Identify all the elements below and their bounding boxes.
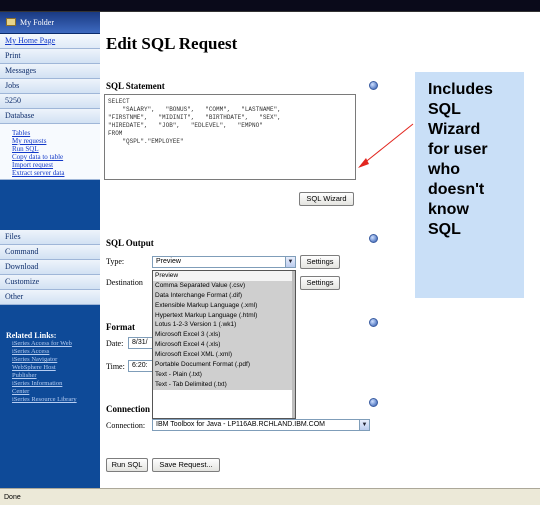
connection-label: Connection: [106,421,146,430]
related-link[interactable]: WebSphere Host [0,364,100,372]
sidebar-item-download[interactable]: Download [0,260,100,275]
time-format-select[interactable]: 6:20: [128,360,154,372]
help-icon[interactable] [369,234,378,243]
submenu-link-tables[interactable]: Tables [0,129,100,137]
callout-line: for user [428,141,488,158]
dropdown-option[interactable]: Portable Document Format (.pdf) [153,360,295,370]
submenu-link-import-request[interactable]: Import request [0,161,100,169]
time-format-value: 6:20: [132,362,148,369]
time-label: Time: [106,362,125,371]
output-type-dropdown-list[interactable]: Preview Comma Separated Value (.csv) Dat… [152,270,296,419]
destination-settings-button[interactable]: Settings [300,276,340,290]
callout-arrow-line [362,123,414,165]
type-settings-button[interactable]: Settings [300,255,340,269]
related-link[interactable]: iSeries Information [0,380,100,388]
help-icon[interactable] [369,398,378,407]
dropdown-option[interactable]: Extensible Markup Language (.xml) [153,300,295,311]
folder-icon [6,18,16,26]
submenu-link-run-sql[interactable]: Run SQL [0,145,100,153]
related-link[interactable]: Publisher [0,372,100,380]
sidebar-item-files[interactable]: Files [0,230,100,245]
sidebar-item-5250[interactable]: 5250 [0,94,100,109]
format-heading: Format [106,322,135,332]
callout-arrow-head [358,158,369,168]
database-submenu: Tables My requests Run SQL Copy data to … [0,124,100,180]
sidebar-item-other[interactable]: Other [0,290,100,305]
sidebar-item-jobs[interactable]: Jobs [0,79,100,94]
sidebar-item-customize[interactable]: Customize [0,275,100,290]
date-format-select[interactable]: 8/31/ [128,337,154,349]
dropdown-option[interactable]: Comma Separated Value (.csv) [153,280,295,291]
connection-heading: Connection [106,404,151,414]
sidebar-item-command[interactable]: Command [0,245,100,260]
dropdown-option[interactable]: Microsoft Excel 3 (.xls) [153,330,295,341]
dropdown-option[interactable]: Microsoft Excel 4 (.xls) [153,340,295,351]
sql-output-heading: SQL Output [106,238,154,248]
dropdown-option[interactable]: Data Interchange Format (.dif) [153,290,295,301]
destination-label: Destination [106,278,143,287]
sql-statement-heading: SQL Statement [106,81,165,91]
related-links-panel: Related Links: iSeries Access for Web iS… [0,324,100,444]
my-folder-header[interactable]: My Folder [0,12,100,34]
dropdown-option[interactable]: Lotus 1-2-3 Version 1 (.wk1) [153,320,295,331]
sql-statement-textarea[interactable]: SELECT "SALARY", "BONUS", "COMM", "LASTN… [104,94,356,180]
help-icon[interactable] [369,81,378,90]
status-bar: Done [0,488,540,505]
dropdown-scrollbar[interactable] [292,271,295,418]
related-links-heading: Related Links: [6,331,57,340]
dropdown-option[interactable]: Hypertext Markup Language (.html) [153,310,295,321]
callout-line: know [428,201,469,218]
dropdown-option[interactable]: Preview [153,271,295,281]
callout-line: doesn't [428,181,485,198]
chevron-down-icon[interactable]: ▼ [359,420,369,430]
callout-line: Wizard [428,121,481,138]
sidebar: My Folder My Home Page Print Messages Jo… [0,12,100,488]
dropdown-option[interactable]: Text - Tab Delimited (.txt) [153,379,295,390]
submenu-link-extract-server-data[interactable]: Extract server data [0,169,100,177]
sidebar-item-print[interactable]: Print [0,49,100,64]
page-title: Edit SQL Request [106,34,238,53]
callout-line: SQL [428,221,461,238]
chevron-down-icon[interactable]: ▼ [285,257,295,267]
sql-wizard-button[interactable]: SQL Wizard [299,192,354,206]
sidebar-item-my-home-page[interactable]: My Home Page [0,34,100,49]
callout-line: SQL [428,101,461,118]
output-type-select[interactable]: Preview ▼ [152,256,296,268]
submenu-link-copy-data[interactable]: Copy data to table [0,153,100,161]
related-link[interactable]: iSeries Access for Web [0,340,100,348]
status-text: Done [4,494,21,501]
connection-value: IBM Toolbox for Java - LP116AB.RCHLAND.I… [156,421,325,428]
sidebar-item-messages[interactable]: Messages [0,64,100,79]
submenu-link-my-requests[interactable]: My requests [0,137,100,145]
type-label: Type: [106,257,125,266]
callout-line: who [428,161,460,178]
date-label: Date: [106,339,124,348]
sidebar-item-database[interactable]: Database [0,109,100,124]
related-link[interactable]: iSeries Access [0,348,100,356]
related-link[interactable]: iSeries Navigator [0,356,100,364]
connection-select[interactable]: IBM Toolbox for Java - LP116AB.RCHLAND.I… [152,419,370,431]
save-request-button[interactable]: Save Request... [152,458,220,472]
related-link[interactable]: Center [0,388,100,396]
output-type-value: Preview [156,258,181,265]
dropdown-option[interactable]: Microsoft Excel XML (.xml) [153,350,295,361]
annotation-callout: Includes SQL Wizard for user who doesn't… [415,72,524,298]
callout-line: Includes [428,81,493,98]
run-sql-button[interactable]: Run SQL [106,458,148,472]
date-format-value: 8/31/ [132,339,148,346]
my-folder-label: My Folder [20,18,54,27]
related-link[interactable]: iSeries Resource Library [0,396,100,404]
browser-title-bar [0,0,540,12]
dropdown-option[interactable]: Text - Plain (.txt) [153,369,295,380]
help-icon[interactable] [369,318,378,327]
